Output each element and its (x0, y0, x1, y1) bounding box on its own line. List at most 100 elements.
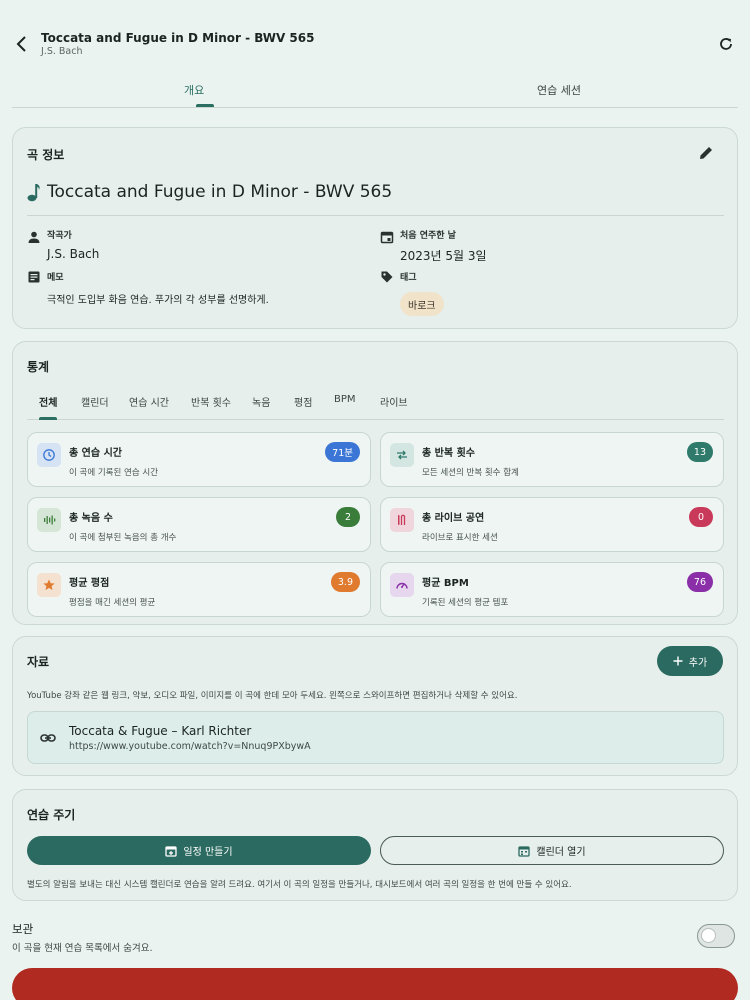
stat-subtitle: 이 곡에 첨부된 녹음의 총 개수 (69, 533, 177, 543)
stat-subtitle: 라이브로 표시한 세션 (422, 533, 498, 543)
stat-subtitle: 모든 세션의 반복 횟수 합계 (422, 468, 519, 478)
stat-total-practice-time[interactable]: 총 연습 시간 이 곡에 기록된 연습 시간 71분 (27, 432, 371, 487)
plus-icon (673, 656, 683, 666)
stats-tab-repetitions[interactable]: 반복 횟수 (191, 394, 231, 409)
stats-tab-bar: 전체 캘린더 연습 시간 반복 횟수 녹음 평점 BPM 라이브 (27, 394, 724, 420)
stat-badge: 13 (686, 442, 713, 462)
open-calendar-label: 캘린더 열기 (536, 847, 586, 858)
memo-label: 메모 (47, 273, 64, 283)
edit-button[interactable] (697, 144, 717, 164)
stat-title: 평균 BPM (422, 578, 469, 589)
stat-total-live[interactable]: 총 라이브 공연 라이브로 표시한 세션 0 (380, 497, 724, 552)
stats-tab-all[interactable]: 전체 (39, 394, 57, 409)
song-info-card: 곡 정보 Toccata and Fugue in D Minor - BWV … (12, 127, 738, 329)
open-calendar-button[interactable]: 캘린더 열기 (380, 836, 724, 865)
song-info-title: 곡 정보 (27, 148, 65, 162)
chevron-left-icon (16, 36, 26, 52)
delete-button[interactable] (12, 968, 738, 1000)
back-button[interactable] (10, 30, 34, 58)
stat-badge: 2 (336, 507, 360, 527)
resources-title: 자료 (27, 655, 50, 669)
song-name: Toccata and Fugue in D Minor - BWV 565 (47, 182, 393, 202)
composer-value: J.S. Bach (47, 247, 100, 261)
memo-icon (28, 271, 40, 283)
stats-title: 통계 (27, 360, 50, 374)
music-note-icon (27, 184, 40, 202)
title-block: Toccata and Fugue in D Minor - BWV 565 J… (41, 31, 314, 57)
memo-value: 극적인 도입부 화음 연습. 푸가의 각 성부를 선명하게. (47, 295, 269, 306)
first-played-label: 처음 연주한 날 (400, 231, 456, 241)
repeat-icon (390, 443, 414, 467)
stats-tab-recordings[interactable]: 녹음 (252, 394, 270, 409)
resource-url: https://www.youtube.com/watch?v=Nnuq9PXb… (69, 741, 311, 752)
stat-badge: 0 (689, 507, 713, 527)
archive-row: 보관 이 곡을 현재 연습 목록에서 숨겨요. (12, 921, 152, 954)
composer-field: 작곡가 J.S. Bach (47, 228, 99, 261)
stats-tab-calendar[interactable]: 캘린더 (81, 394, 109, 409)
pencil-icon (700, 147, 712, 159)
stat-total-repetitions[interactable]: 총 반복 횟수 모든 세션의 반복 횟수 합계 13 (380, 432, 724, 487)
calendar-icon (380, 231, 394, 244)
stat-badge: 3.9 (330, 572, 360, 592)
make-schedule-label: 일정 만들기 (183, 847, 233, 858)
waveform-icon (37, 508, 61, 532)
first-played-field: 처음 연주한 날 2023년 5월 3일 (400, 228, 487, 264)
stat-badge: 76 (686, 572, 713, 592)
stat-average-rating[interactable]: 평균 평점 평점을 매긴 세션의 평균 3.9 (27, 562, 371, 617)
page-subtitle: J.S. Bach (41, 46, 83, 57)
first-played-value: 2023년 5월 3일 (400, 249, 487, 263)
composer-label: 작곡가 (47, 231, 72, 241)
stats-tab-practice-time[interactable]: 연습 시간 (129, 394, 169, 409)
archive-description: 이 곡을 현재 연습 목록에서 숨겨요. (12, 943, 153, 954)
stat-title: 총 녹음 수 (69, 513, 113, 524)
stat-average-bpm[interactable]: 평균 BPM 기록된 세션의 평균 템포 76 (380, 562, 724, 617)
practice-cycle-card: 연습 주기 일정 만들기 캘린더 열기 별도의 알림을 보내는 대신 시스템 캘… (12, 789, 738, 901)
tab-practice-sessions[interactable]: 연습 세션 (537, 82, 581, 98)
link-icon (40, 734, 56, 742)
stat-title: 평균 평점 (69, 578, 110, 589)
stat-title: 총 라이브 공연 (422, 513, 485, 524)
archive-toggle[interactable] (697, 924, 735, 948)
memo-field: 메모 극적인 도입부 화음 연습. 푸가의 각 성부를 선명하게. (47, 270, 269, 306)
stat-badge: 71분 (325, 442, 360, 462)
stat-total-recordings[interactable]: 총 녹음 수 이 곡에 첨부된 녹음의 총 개수 2 (27, 497, 371, 552)
archive-title: 보관 (12, 922, 34, 936)
stats-tab-bpm[interactable]: BPM (334, 394, 356, 405)
resources-description: YouTube 강좌 같은 웹 링크, 악보, 오디오 파일, 이미지를 이 곡… (27, 691, 518, 701)
tag-icon (381, 271, 393, 283)
stat-title: 총 연습 시간 (69, 448, 122, 459)
refresh-icon (720, 38, 732, 50)
calendar-add-icon (165, 845, 178, 857)
tags-label: 태그 (400, 273, 417, 283)
top-bar: Toccata and Fugue in D Minor - BWV 565 J… (0, 0, 750, 72)
add-resource-label: 추가 (688, 657, 708, 669)
stats-tab-ratings[interactable]: 평점 (294, 394, 312, 409)
stat-title: 총 반복 횟수 (422, 448, 475, 459)
speedometer-icon (390, 573, 414, 597)
person-icon (28, 231, 40, 243)
song-name-row: Toccata and Fugue in D Minor - BWV 565 (27, 182, 392, 202)
practice-cycle-title: 연습 주기 (27, 808, 76, 822)
tab-overview[interactable]: 개요 (184, 82, 204, 98)
toggle-knob (701, 928, 716, 943)
tags-field: 태그 (400, 270, 417, 283)
practice-cycle-description: 별도의 알림을 보내는 대신 시스템 캘린더로 연습을 알려 드려요. 여기서 … (27, 880, 572, 890)
stats-card: 통계 전체 캘린더 연습 시간 반복 횟수 녹음 평점 BPM 라이브 총 연습… (12, 341, 738, 625)
tag-chip[interactable]: 바로크 (400, 292, 444, 316)
stat-subtitle: 기록된 세션의 평균 템포 (422, 598, 509, 608)
tab-bar: 개요 연습 세션 (12, 72, 738, 108)
stat-subtitle: 평점을 매긴 세션의 평균 (69, 598, 156, 608)
page-title: Toccata and Fugue in D Minor - BWV 565 (41, 31, 315, 45)
add-resource-button[interactable]: 추가 (657, 646, 723, 676)
live-icon (390, 508, 414, 532)
refresh-button[interactable] (716, 34, 736, 54)
stat-subtitle: 이 곡에 기록된 연습 시간 (69, 468, 159, 478)
resource-title: Toccata & Fugue – Karl Richter (69, 724, 252, 738)
resources-card: 자료 추가 YouTube 강좌 같은 웹 링크, 악보, 오디오 파일, 이미… (12, 636, 738, 776)
resource-item[interactable]: Toccata & Fugue – Karl Richter https://w… (27, 711, 724, 764)
make-schedule-button[interactable]: 일정 만들기 (27, 836, 371, 865)
divider (27, 215, 724, 216)
clock-icon (37, 443, 61, 467)
star-icon (37, 573, 61, 597)
stats-tab-live[interactable]: 라이브 (380, 394, 408, 409)
